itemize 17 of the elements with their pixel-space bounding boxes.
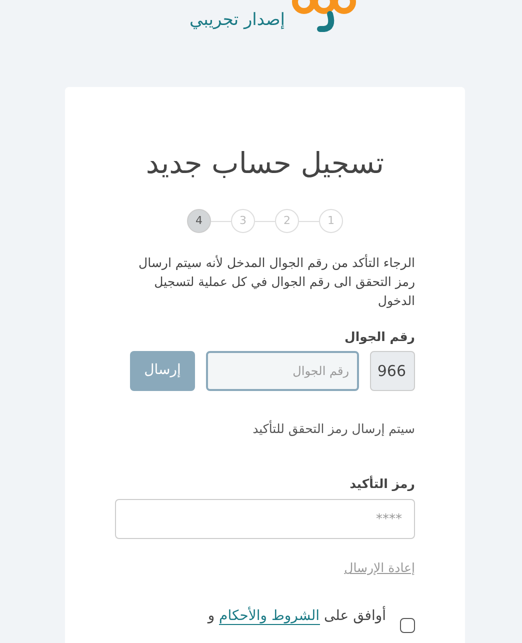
country-code-field[interactable]: 966 xyxy=(370,350,415,391)
send-note: سيتم إرسال رمز التحقق للتأكيد xyxy=(252,420,415,438)
tagline: إصدار تجريبي xyxy=(189,9,285,32)
code-label: رمز التأكيد xyxy=(348,474,415,493)
step-indicator: 3 xyxy=(231,209,255,233)
step-indicator: 1 xyxy=(319,209,343,233)
terms-checkbox[interactable] xyxy=(400,618,415,633)
step-indicator: 4 xyxy=(187,209,211,233)
code-input[interactable]: **** xyxy=(115,499,415,540)
phone-label: رقم الجوال xyxy=(344,328,415,346)
page-title: تسجيل حساب جديد xyxy=(144,145,386,181)
resend-link[interactable]: إعادة الإرسال xyxy=(344,559,415,578)
step-indicator: 2 xyxy=(275,209,299,233)
terms-link[interactable]: الشروط والأحكام xyxy=(219,608,320,625)
terms-text: أوافق على الشروط والأحكام و xyxy=(208,606,386,627)
phone-input[interactable]: رقم الجوال xyxy=(206,350,359,391)
notice-text: الرجاء التأكد من رقم الجوال المدخل لأنه سيتم ارسال رمز التحقق الى رقم الجوال في كل عملية لتسجيل الدخول xyxy=(138,253,415,310)
